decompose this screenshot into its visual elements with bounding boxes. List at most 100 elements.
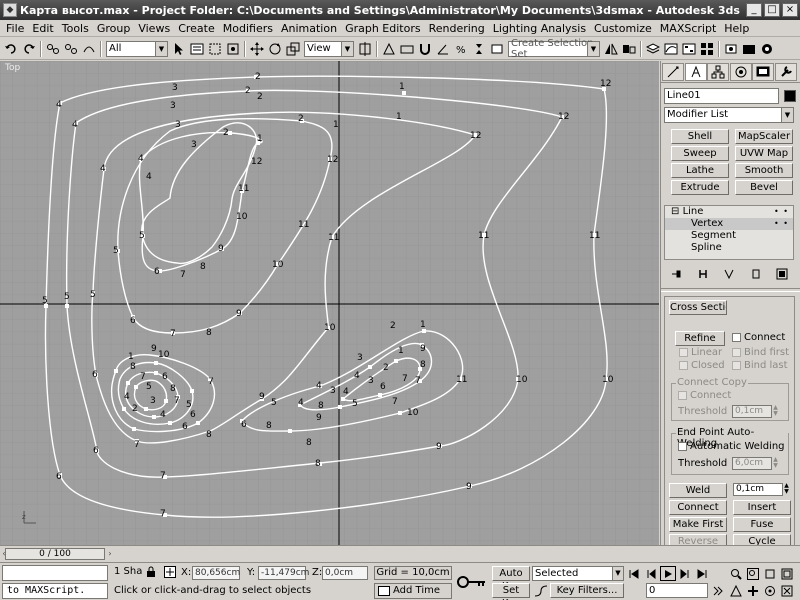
mirror-icon[interactable] (603, 41, 619, 57)
vertex[interactable] (394, 359, 398, 363)
vertex[interactable] (196, 421, 200, 425)
stack-item-vertex[interactable]: Vertex • • (665, 218, 793, 230)
window-crossing-icon[interactable] (225, 41, 241, 57)
checkbox-box[interactable] (679, 348, 688, 357)
snap-toggle-icon[interactable] (417, 41, 433, 57)
rotate-icon[interactable] (267, 41, 283, 57)
select-and-manipulate-icon[interactable] (381, 41, 397, 57)
checkbox-box[interactable] (732, 333, 741, 342)
extrude-button[interactable]: Extrude (671, 180, 729, 195)
viewport-canvas[interactable]: 4 3 2 2 2 3 1 12 12 12 4 3 2 1 1 2 1 3 1… (0, 61, 659, 545)
motion-tab-icon[interactable] (729, 63, 752, 81)
scale-icon[interactable] (285, 41, 301, 57)
bind-last-checkbox[interactable]: Bind last (732, 360, 788, 371)
angle-snap-icon[interactable] (435, 41, 451, 57)
set-key-icon[interactable] (456, 567, 488, 597)
weld-button[interactable]: Weld (669, 483, 727, 498)
menu-lighting-analysis[interactable]: Lighting Analysis (489, 21, 590, 36)
cross-section-button[interactable]: Cross Section (669, 300, 727, 315)
menu-animation[interactable]: Animation (277, 21, 341, 36)
close-button[interactable]: × (782, 3, 798, 17)
weld-value-spinner[interactable]: 0,1cm ▲ ▼ (733, 483, 789, 496)
modifier-list-dropdown[interactable]: Modifier List ▼ (664, 107, 794, 123)
vertex[interactable] (398, 411, 402, 415)
selection-filter-dropdown[interactable]: All ▼ (106, 40, 168, 57)
pivot-center-icon[interactable] (357, 41, 373, 57)
menu-edit[interactable]: Edit (28, 21, 57, 36)
layer-manager-icon[interactable] (645, 41, 661, 57)
insert-button[interactable]: Insert (733, 500, 791, 515)
menu-views[interactable]: Views (134, 21, 174, 36)
menu-customize[interactable]: Customize (590, 21, 656, 36)
curve-editor-icon[interactable] (663, 41, 679, 57)
menu-create[interactable]: Create (174, 21, 219, 36)
keyboard-shortcut-override-icon[interactable] (399, 41, 415, 57)
remove-modifier-icon[interactable] (749, 267, 763, 281)
render-production-icon[interactable] (759, 41, 775, 57)
configure-modifier-sets-icon[interactable] (775, 267, 789, 281)
sweep-button[interactable]: Sweep (671, 146, 729, 161)
menu-rendering[interactable]: Rendering (425, 21, 489, 36)
reference-coordinate-dropdown[interactable]: View ▼ (304, 40, 354, 57)
chevron-right-icon[interactable]: › (106, 548, 114, 560)
material-editor-icon[interactable] (699, 41, 715, 57)
show-end-result-icon[interactable] (696, 267, 710, 281)
smooth-button[interactable]: Smooth (735, 163, 793, 178)
default-in-out-tangents-icon[interactable] (534, 584, 548, 598)
pan-view-icon[interactable] (745, 583, 761, 598)
key-filters-button[interactable]: Key Filters... (550, 583, 624, 598)
key-mode-toggle-icon[interactable] (710, 583, 726, 598)
connect-checkbox[interactable]: Connect (732, 332, 785, 343)
app-icon[interactable]: ◆ (3, 3, 17, 17)
utilities-tab-icon[interactable] (774, 63, 797, 81)
connect-threshold-spinner[interactable]: 0,1cm ▲ ▼ (732, 405, 778, 418)
orbit-icon[interactable] (762, 583, 778, 598)
play-icon[interactable] (660, 566, 676, 581)
unlink-icon[interactable] (63, 41, 79, 57)
z-coordinate-field[interactable]: 0,0cm (322, 566, 368, 580)
checkbox-box[interactable] (732, 361, 741, 370)
checkbox-box[interactable] (678, 442, 687, 451)
spinner-arrows-icon[interactable]: ▲ ▼ (783, 483, 790, 496)
zoom-extents-icon[interactable] (762, 566, 778, 581)
object-color-swatch[interactable] (784, 90, 796, 102)
go-to-start-icon[interactable] (626, 566, 642, 581)
key-mode-dropdown[interactable]: Selected ▼ (532, 566, 624, 581)
time-slider[interactable]: 0 / 100 (5, 548, 105, 560)
previous-frame-icon[interactable] (643, 566, 659, 581)
percent-snap-icon[interactable]: % (453, 41, 469, 57)
select-object-icon[interactable] (171, 41, 187, 57)
vertex[interactable] (134, 385, 138, 389)
object-name-input[interactable]: Line01 (664, 88, 779, 104)
vertex[interactable] (378, 393, 382, 397)
vertex[interactable] (65, 304, 69, 308)
hierarchy-tab-icon[interactable] (707, 63, 729, 81)
menu-file[interactable]: File (2, 21, 28, 36)
vertex[interactable] (154, 371, 158, 375)
menu-modifiers[interactable]: Modifiers (219, 21, 277, 36)
named-selection-set-dropdown[interactable]: Create Selection Set ▼ (508, 38, 600, 60)
maxscript-output[interactable]: to MAXScript. (2, 583, 108, 599)
lock-selection-icon[interactable] (146, 566, 156, 581)
spinner-snap-icon[interactable] (471, 41, 487, 57)
redo-icon[interactable] (21, 41, 37, 57)
menu-tools[interactable]: Tools (58, 21, 93, 36)
spinner-arrows-icon[interactable]: ▲ ▼ (772, 457, 779, 470)
current-frame-field[interactable]: 0 (646, 583, 708, 598)
display-tab-icon[interactable] (752, 63, 774, 81)
spinner-arrows-icon[interactable]: ▲ ▼ (772, 405, 779, 418)
vertex[interactable] (154, 361, 158, 365)
checkbox-box[interactable] (732, 348, 741, 357)
top-viewport[interactable]: 4 3 2 2 2 3 1 12 12 12 4 3 2 1 1 2 1 3 1… (0, 61, 659, 545)
menu-graph-editors[interactable]: Graph Editors (341, 21, 425, 36)
zoom-extents-all-icon[interactable] (779, 566, 795, 581)
zoom-icon[interactable] (728, 566, 744, 581)
linear-checkbox[interactable]: Linear (679, 347, 722, 358)
align-icon[interactable] (621, 41, 637, 57)
go-to-end-icon[interactable] (694, 566, 710, 581)
select-and-link-icon[interactable] (45, 41, 61, 57)
zoom-all-icon[interactable] (745, 566, 761, 581)
vertex[interactable] (126, 381, 130, 385)
next-frame-icon[interactable] (677, 566, 693, 581)
weld-threshold-spinner[interactable]: 6,0cm ▲ ▼ (732, 457, 778, 470)
